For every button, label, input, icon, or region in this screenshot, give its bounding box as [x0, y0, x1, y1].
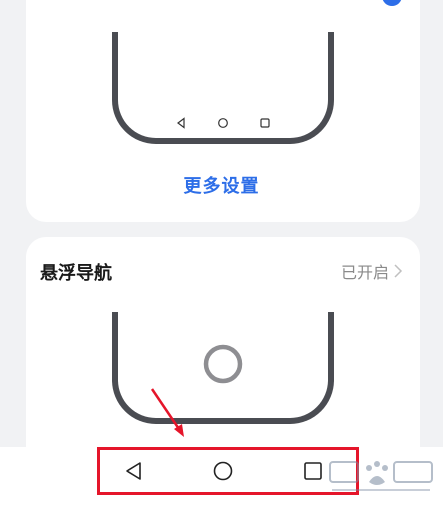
more-settings-link[interactable]: 更多设置 — [0, 172, 443, 198]
watermark-logo-icon — [329, 461, 433, 491]
chevron-right-icon — [394, 264, 403, 278]
float-nav-title: 悬浮导航 — [40, 263, 112, 284]
annotation-arrow-icon — [150, 388, 184, 437]
preview-nav-bar — [118, 116, 328, 130]
float-nav-status-text: 已开启 — [340, 263, 389, 282]
floating-ball-icon — [203, 344, 243, 384]
preview-back-icon — [177, 117, 185, 129]
float-nav-status[interactable]: 已开启 — [341, 259, 403, 283]
nav-bar-highlight-box — [97, 447, 359, 495]
preview-recents-icon — [260, 118, 270, 128]
phone-preview-three-key — [112, 32, 334, 144]
preview-home-icon — [218, 118, 228, 128]
